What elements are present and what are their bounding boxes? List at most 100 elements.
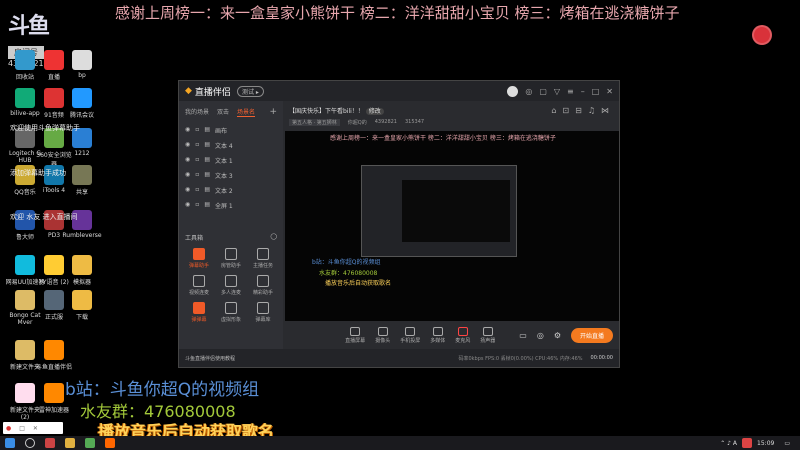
tool-item[interactable]: 视频连麦 <box>183 275 215 296</box>
source-item[interactable]: ◉ ▫ ▤ 文本 4 <box>179 138 283 153</box>
app-icon[interactable] <box>105 438 115 448</box>
control-button[interactable]: 直播屏幕 <box>345 326 365 344</box>
app-logo-icon: ◆ <box>185 86 192 96</box>
source-item[interactable]: ◉ ▫ ▤ 全屏 1 <box>179 198 283 213</box>
app-icon[interactable] <box>45 438 55 448</box>
eye-icon[interactable]: ◉ <box>185 141 190 150</box>
tool-item[interactable]: 精彩助手 <box>247 275 279 296</box>
source-item[interactable]: ◉ ▫ ▤ 文本 3 <box>179 168 283 183</box>
source-type-icon: ▤ <box>204 141 210 148</box>
skin-icon[interactable]: ▽ <box>554 87 560 96</box>
source-item[interactable]: ◉ ▫ ▤ 文本 2 <box>179 183 283 198</box>
source-type-icon: ▤ <box>204 201 210 208</box>
tool-icon <box>225 248 237 260</box>
scene-panel: 我的场景 双击 场景名 + ◉ ▫ ▤ 画布 ◉ ▫ ▤ 文本 4 ◉ ▫ ▤ 文本 1 ◉ ▫ ▤ 文本 3… <box>179 101 283 349</box>
start-live-button[interactable]: 开始直播 <box>570 327 613 343</box>
tool-item[interactable]: 主播任务 <box>247 248 279 269</box>
shortcut-icon <box>44 383 64 403</box>
tool-item[interactable]: 弹幕库 <box>247 302 279 323</box>
shortcut-icon <box>15 255 35 275</box>
tool-icon <box>193 302 205 314</box>
desktop-icon[interactable]: 腾讯会议 <box>62 88 102 119</box>
tool-item[interactable]: 弹弹幕 <box>183 302 215 323</box>
lock-icon[interactable]: ▫ <box>195 201 199 210</box>
control-button[interactable]: 摄像头 <box>375 326 391 344</box>
shortcut-icon <box>72 255 92 275</box>
lock-icon[interactable]: ▫ <box>195 126 199 135</box>
menu-icon[interactable]: ≡ <box>567 87 574 96</box>
timer: 00:00:00 <box>590 355 613 361</box>
message-icon[interactable]: ▢ <box>539 87 547 96</box>
eye-icon[interactable]: ◉ <box>185 171 190 180</box>
source-label: 全屏 1 <box>215 203 233 210</box>
notice[interactable]: 斗鱼直播伴侣使用教程 <box>185 355 235 362</box>
close-icon[interactable]: ✕ <box>606 87 613 96</box>
lock-icon[interactable]: ▫ <box>195 171 199 180</box>
lock-icon[interactable]: ▫ <box>195 141 199 150</box>
room-id: 4392821 <box>374 119 397 125</box>
desktop-icon[interactable]: 模拟器 <box>62 255 102 286</box>
tool-item[interactable]: 房管助手 <box>215 248 247 269</box>
eye-icon[interactable]: ◉ <box>185 126 190 135</box>
avatar[interactable] <box>507 85 519 97</box>
tool-item[interactable]: 弹幕助手 <box>183 248 215 269</box>
lock-icon[interactable]: ▫ <box>195 156 199 165</box>
minimize-icon[interactable]: – <box>581 87 585 96</box>
main-area: 【国庆快乐】下午看bili！！ 修改 ⌂⊡⊟♫⋈ 第五人格 · 第五狮林 你超Q… <box>285 101 619 349</box>
eye-icon[interactable]: ◉ <box>185 156 190 165</box>
eye-icon[interactable]: ◉ <box>185 201 190 210</box>
category[interactable]: 第五人格 · 第五狮林 <box>289 119 340 126</box>
eye-icon[interactable]: ◉ <box>185 186 190 195</box>
source-item[interactable]: ◉ ▫ ▤ 文本 1 <box>179 153 283 168</box>
tool-label: 弹弹幕 <box>191 317 207 323</box>
tray-icons[interactable]: ⌃ ♪ A <box>720 440 737 447</box>
folder-icon[interactable] <box>65 438 75 448</box>
tab-my-scenes[interactable]: 我的场景 <box>185 107 209 117</box>
tool-label: 多人连麦 <box>220 290 241 296</box>
tab-scene[interactable]: 场景名 <box>237 107 256 117</box>
desktop-icon[interactable]: 斗鱼直播伴侣 <box>34 340 74 371</box>
toolbox-label: 工具箱 <box>185 235 204 242</box>
tool-item[interactable]: 虚拟形象 <box>215 302 247 323</box>
stream-title[interactable]: 【国庆快乐】下午看bili！！ <box>289 108 364 115</box>
maximize-icon[interactable]: □ <box>592 87 600 96</box>
share-icons[interactable]: ⌂⊡⊟♫⋈ <box>551 106 615 115</box>
desktop-icon[interactable]: 下载 <box>62 290 102 321</box>
control-button[interactable]: 多媒体 <box>430 326 445 344</box>
notification-popup[interactable]: ● □ ✕ <box>3 422 63 434</box>
headset-icon[interactable]: ◎ <box>525 87 532 96</box>
version-badge[interactable]: 测试 ▸ <box>236 85 264 97</box>
settings-icon[interactable]: ⚙ <box>554 331 561 340</box>
toolbox-settings-icon[interactable]: ◯ <box>270 233 277 242</box>
tab-double[interactable]: 双击 <box>217 107 229 117</box>
desktop-icon[interactable]: bp <box>62 50 102 79</box>
control-button[interactable]: 手机投屏 <box>400 326 420 344</box>
add-scene-icon[interactable]: + <box>269 107 277 117</box>
control-button[interactable]: 麦克风 <box>455 326 470 344</box>
lock-icon[interactable]: ▫ <box>195 186 199 195</box>
preview-music: 播放音乐后自动获取歌名 <box>325 280 392 287</box>
preview-banner: 感谢上周榜一：来一盒皇家小熊饼干 榜二：洋洋甜甜小宝贝 榜三：烤箱在逃浇糖饼子 <box>330 135 556 142</box>
app-tray-icon[interactable] <box>742 438 753 448</box>
notification-icon[interactable]: ▭ <box>784 440 790 447</box>
stats: 码率0kbps FPS:0 丢帧0(0.00%) CPU:46% 内存:46% <box>458 355 583 362</box>
stream-preview[interactable]: 感谢上周榜一：来一盒皇家小熊饼干 榜二：洋洋甜甜小宝贝 榜三：烤箱在逃浇糖饼子 … <box>285 131 619 321</box>
source-label: 画布 <box>215 128 228 135</box>
source-label: 文本 2 <box>215 188 233 195</box>
tool-item[interactable]: 多人连麦 <box>215 275 247 296</box>
nested-preview <box>361 165 517 257</box>
control-button[interactable]: 扬声器 <box>480 326 495 344</box>
shortcut-icon <box>72 165 92 185</box>
control-label: 摄像头 <box>375 337 391 344</box>
start-icon[interactable] <box>5 438 15 448</box>
shortcut-icon <box>15 383 35 403</box>
search-icon[interactable] <box>25 438 35 448</box>
desktop-icon[interactable]: 共享 <box>62 165 102 196</box>
source-item[interactable]: ◉ ▫ ▤ 画布 <box>179 123 283 138</box>
edit-title-button[interactable]: 修改 <box>365 108 384 115</box>
app-icon[interactable] <box>85 438 95 448</box>
preview-eye-icon[interactable]: ◎ <box>537 331 544 340</box>
control-icon <box>482 326 493 336</box>
record-video-icon[interactable]: ▭ <box>519 331 527 340</box>
tool-icon <box>257 248 269 260</box>
